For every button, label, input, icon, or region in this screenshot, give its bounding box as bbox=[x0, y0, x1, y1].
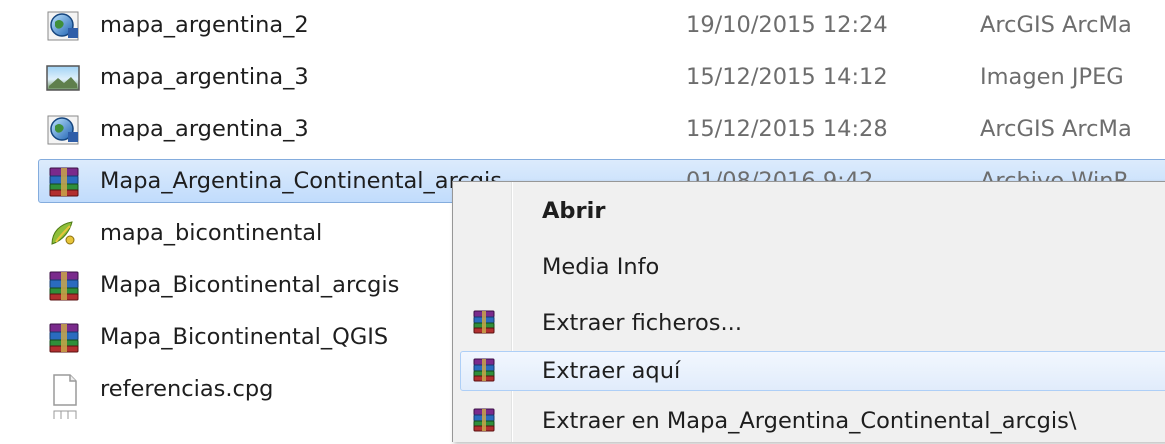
file-type: ArcGIS ArcMa bbox=[980, 12, 1132, 38]
file-name: mapa_bicontinental bbox=[100, 220, 323, 246]
file-date: 19/10/2015 12:24 bbox=[686, 12, 888, 38]
file-type: ArcGIS ArcMa bbox=[980, 116, 1132, 142]
file-date: 15/12/2015 14:12 bbox=[686, 64, 888, 90]
menu-item-label: Extraer aquí bbox=[542, 358, 681, 384]
winrar-icon bbox=[471, 309, 497, 335]
menu-item-label: Extraer ficheros... bbox=[542, 310, 742, 336]
menu-item-media-info[interactable]: Media Info bbox=[456, 246, 1165, 290]
arcgis-globe-icon bbox=[46, 10, 82, 42]
file-name: mapa_argentina_2 bbox=[100, 12, 309, 38]
blank-file-icon bbox=[46, 374, 82, 406]
menu-item-label: Media Info bbox=[542, 254, 660, 280]
file-row[interactable]: mapa_argentina_3 15/12/2015 14:28 ArcGIS… bbox=[0, 104, 1165, 156]
menu-item-label: Extraer en Mapa_Argentina_Continental_ar… bbox=[542, 408, 1077, 434]
file-name: referencias.cpg bbox=[100, 376, 274, 402]
file-name: Mapa_Argentina_Continental_arcgis bbox=[100, 168, 502, 194]
file-date: 15/12/2015 14:28 bbox=[686, 116, 888, 142]
file-name: Mapa_Bicontinental_QGIS bbox=[100, 324, 389, 350]
context-menu: Abrir Media Info Extraer ficheros... Ext… bbox=[452, 181, 1165, 442]
winrar-archive-icon bbox=[46, 166, 82, 198]
menu-item-abrir[interactable]: Abrir bbox=[456, 190, 1165, 234]
winrar-icon bbox=[471, 357, 497, 383]
menu-item-extraer-ficheros[interactable]: Extraer ficheros... bbox=[456, 302, 1165, 346]
winrar-archive-icon bbox=[46, 270, 82, 302]
jpeg-image-icon bbox=[46, 62, 82, 94]
file-type: Imagen JPEG bbox=[980, 64, 1124, 90]
menu-item-extraer-en[interactable]: Extraer en Mapa_Argentina_Continental_ar… bbox=[456, 400, 1165, 444]
file-row[interactable]: mapa_argentina_3 15/12/2015 14:12 Imagen… bbox=[0, 52, 1165, 104]
file-name: mapa_argentina_3 bbox=[100, 64, 309, 90]
table-file-icon bbox=[46, 410, 82, 419]
file-name: Mapa_Bicontinental_arcgis bbox=[100, 272, 400, 298]
qgis-project-icon bbox=[46, 218, 82, 250]
winrar-icon bbox=[471, 407, 497, 433]
menu-item-label: Abrir bbox=[542, 198, 606, 224]
winrar-archive-icon bbox=[46, 322, 82, 354]
file-name: mapa_argentina_3 bbox=[100, 116, 309, 142]
arcgis-globe-icon bbox=[46, 114, 82, 146]
file-row[interactable]: mapa_argentina_2 19/10/2015 12:24 ArcGIS… bbox=[0, 0, 1165, 52]
menu-item-extraer-aqui[interactable]: Extraer aquí bbox=[456, 350, 1165, 394]
